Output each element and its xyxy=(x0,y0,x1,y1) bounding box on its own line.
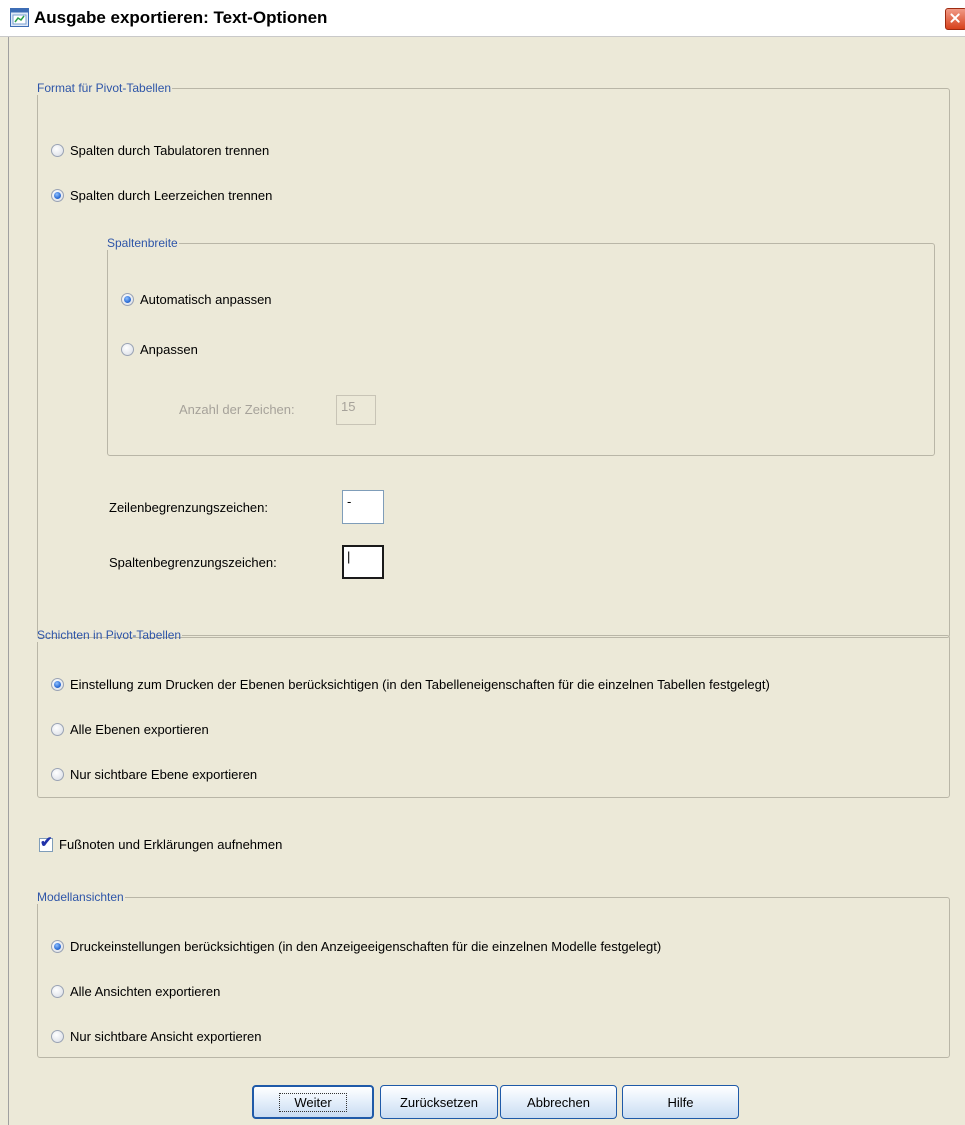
continue-button-label: Weiter xyxy=(279,1092,347,1112)
spss-dialog-icon xyxy=(10,8,29,27)
radio-auto-fit[interactable]: Automatisch anpassen xyxy=(121,292,272,307)
radio-button[interactable] xyxy=(51,1030,64,1043)
footnotes-checkbox-row[interactable]: Fußnoten und Erklärungen aufnehmen xyxy=(39,836,283,852)
footnotes-checkbox[interactable] xyxy=(39,836,53,852)
model-views-legend: Modellansichten xyxy=(37,890,124,904)
cancel-button-label: Abbrechen xyxy=(527,1094,590,1110)
help-button-label: Hilfe xyxy=(667,1094,694,1110)
radio-label: Alle Ansichten exportieren xyxy=(70,984,221,999)
radio-label: Nur sichtbare Ebene exportieren xyxy=(70,767,258,782)
layers-legend: Schichten in Pivot-Tabellen xyxy=(37,628,182,642)
radio-button[interactable] xyxy=(51,768,64,781)
radio-label: Nur sichtbare Ansicht exportieren xyxy=(70,1029,262,1044)
title-bar[interactable]: Ausgabe exportieren: Text-Optionen xyxy=(0,0,965,37)
radio-layers-all[interactable]: Alle Ebenen exportieren xyxy=(51,722,209,737)
radio-button[interactable] xyxy=(121,343,134,356)
row-delimiter-input[interactable]: - xyxy=(342,490,384,524)
char-count-label: Anzahl der Zeichen: xyxy=(179,402,295,417)
column-delimiter-input[interactable]: | xyxy=(342,545,384,579)
column-width-group: Spaltenbreite xyxy=(107,236,935,456)
radio-label: Spalten durch Tabulatoren trennen xyxy=(70,143,270,158)
close-button[interactable] xyxy=(945,8,965,30)
radio-tab-separated[interactable]: Spalten durch Tabulatoren trennen xyxy=(51,143,269,158)
radio-button[interactable] xyxy=(51,723,64,736)
close-icon xyxy=(950,13,960,23)
column-delimiter-label: Spaltenbegrenzungszeichen: xyxy=(109,555,277,570)
cancel-button[interactable]: Abbrechen xyxy=(500,1085,617,1119)
reset-button[interactable]: Zurücksetzen xyxy=(380,1085,498,1119)
radio-space-separated[interactable]: Spalten durch Leerzeichen trennen xyxy=(51,188,272,203)
radio-label: Einstellung zum Drucken der Ebenen berüc… xyxy=(70,677,770,692)
radio-label: Spalten durch Leerzeichen trennen xyxy=(70,188,273,203)
continue-button[interactable]: Weiter xyxy=(252,1085,374,1119)
radio-label: Alle Ebenen exportieren xyxy=(70,722,209,737)
dialog-title: Ausgabe exportieren: Text-Optionen xyxy=(34,8,328,27)
dialog-window: Ausgabe exportieren: Text-Optionen Forma… xyxy=(0,0,965,1125)
radio-layers-visible[interactable]: Nur sichtbare Ebene exportieren xyxy=(51,767,257,782)
radio-label: Anpassen xyxy=(140,342,198,357)
radio-model-visible[interactable]: Nur sichtbare Ansicht exportieren xyxy=(51,1029,261,1044)
radio-button[interactable] xyxy=(51,144,64,157)
radio-button[interactable] xyxy=(51,678,64,691)
help-button[interactable]: Hilfe xyxy=(622,1085,739,1119)
reset-button-label: Zurücksetzen xyxy=(399,1094,479,1110)
dialog-body: Format für Pivot-Tabellen Spalten durch … xyxy=(8,37,965,1125)
radio-label: Automatisch anpassen xyxy=(140,292,272,307)
row-delimiter-label: Zeilenbegrenzungszeichen: xyxy=(109,500,268,515)
radio-button[interactable] xyxy=(121,293,134,306)
radio-model-print-setting[interactable]: Druckeinstellungen berücksichtigen (in d… xyxy=(51,939,661,954)
radio-layers-print-setting[interactable]: Einstellung zum Drucken der Ebenen berüc… xyxy=(51,677,770,692)
radio-model-all[interactable]: Alle Ansichten exportieren xyxy=(51,984,220,999)
radio-label: Druckeinstellungen berücksichtigen (in d… xyxy=(70,939,662,954)
column-width-legend: Spaltenbreite xyxy=(107,236,178,250)
pivot-format-legend: Format für Pivot-Tabellen xyxy=(37,81,172,95)
char-count-input[interactable]: 15 xyxy=(336,395,376,425)
radio-button[interactable] xyxy=(51,189,64,202)
radio-button[interactable] xyxy=(51,940,64,953)
radio-custom-width[interactable]: Anpassen xyxy=(121,342,198,357)
footnotes-label: Fußnoten und Erklärungen aufnehmen xyxy=(59,837,283,852)
radio-button[interactable] xyxy=(51,985,64,998)
